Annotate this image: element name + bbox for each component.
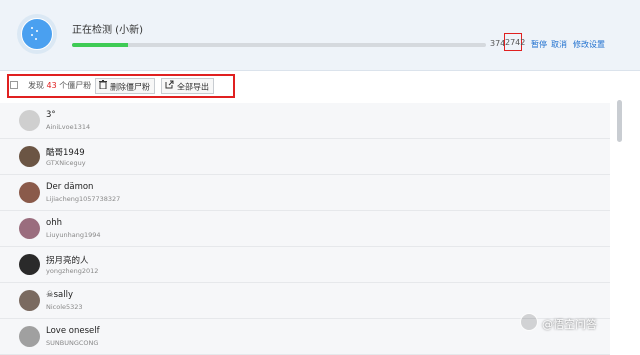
list-item[interactable]: Love oneself SUNBUNGCONG xyxy=(0,319,610,355)
list-item[interactable]: 3° AiniLvoe1314 xyxy=(0,103,610,139)
avatar xyxy=(19,110,40,131)
found-summary: 发现 43 个僵尸粉 xyxy=(28,80,91,91)
avatar xyxy=(19,218,40,239)
fan-account-id: GTXNiceguy xyxy=(46,159,86,167)
avatar xyxy=(19,290,40,311)
list-item[interactable]: 拐月亮的人 yongzheng2012 xyxy=(0,247,610,283)
avatar xyxy=(19,146,40,167)
fan-account-id: SUNBUNGCONG xyxy=(46,339,99,347)
pause-button[interactable]: 暂停 xyxy=(531,39,547,50)
scan-progress-bar xyxy=(72,43,486,47)
avatar xyxy=(19,254,40,275)
list-item[interactable]: 酷哥1949 GTXNiceguy xyxy=(0,139,610,175)
found-suffix: 个僵尸粉 xyxy=(59,81,92,90)
cancel-button[interactable]: 取消 xyxy=(551,39,567,50)
delete-zombie-fans-button[interactable]: 删除僵尸粉 xyxy=(95,78,155,94)
delete-button-label: 删除僵尸粉 xyxy=(110,82,150,92)
list-scrollbar[interactable] xyxy=(617,100,622,142)
fan-account-id: yongzheng2012 xyxy=(46,267,99,275)
fan-nickname: ohh xyxy=(46,218,62,228)
avatar xyxy=(19,326,40,347)
fan-nickname: 酷哥1949 xyxy=(46,148,85,158)
export-icon xyxy=(165,79,174,95)
scan-header: 正在检测 (小新) 374 2742 暂停 取消 修改设置 xyxy=(0,0,640,71)
fan-account-id: Nicole5323 xyxy=(46,303,83,311)
fan-account-id: AiniLvoe1314 xyxy=(46,123,91,131)
app-logo-icon xyxy=(17,14,57,54)
found-prefix: 发现 xyxy=(28,81,44,90)
fan-nickname: Love oneself xyxy=(46,326,100,336)
fan-account-id: Lijiacheng1057738327 xyxy=(46,195,121,203)
list-item[interactable]: Der dämon Lijiacheng1057738327 xyxy=(0,175,610,211)
fan-nickname: 3° xyxy=(46,110,56,120)
export-button-label: 全部导出 xyxy=(177,82,209,92)
select-all-checkbox[interactable] xyxy=(10,81,18,89)
avatar xyxy=(19,182,40,203)
watermark-text: @悟空问答 xyxy=(542,318,597,331)
total-count: 2742 xyxy=(504,33,525,51)
list-item[interactable]: ohh Liuyunhang1994 xyxy=(0,211,610,247)
fan-nickname: 拐月亮的人 xyxy=(46,256,89,266)
fan-nickname: ☠sally xyxy=(46,290,74,300)
fan-nickname: Der dämon xyxy=(46,182,94,192)
wukong-logo-icon xyxy=(520,313,538,331)
found-count: 43 xyxy=(46,81,57,90)
list-item[interactable]: ☠sally Nicole5323 xyxy=(0,283,610,319)
fan-account-id: Liuyunhang1994 xyxy=(46,231,101,239)
export-all-button[interactable]: 全部导出 xyxy=(161,78,214,94)
scan-title: 正在检测 (小新) xyxy=(72,25,143,36)
trash-icon xyxy=(99,79,107,95)
modify-settings-button[interactable]: 修改设置 xyxy=(573,39,605,50)
scan-progress-fill xyxy=(72,43,129,47)
scanned-count: 374 xyxy=(490,39,506,48)
